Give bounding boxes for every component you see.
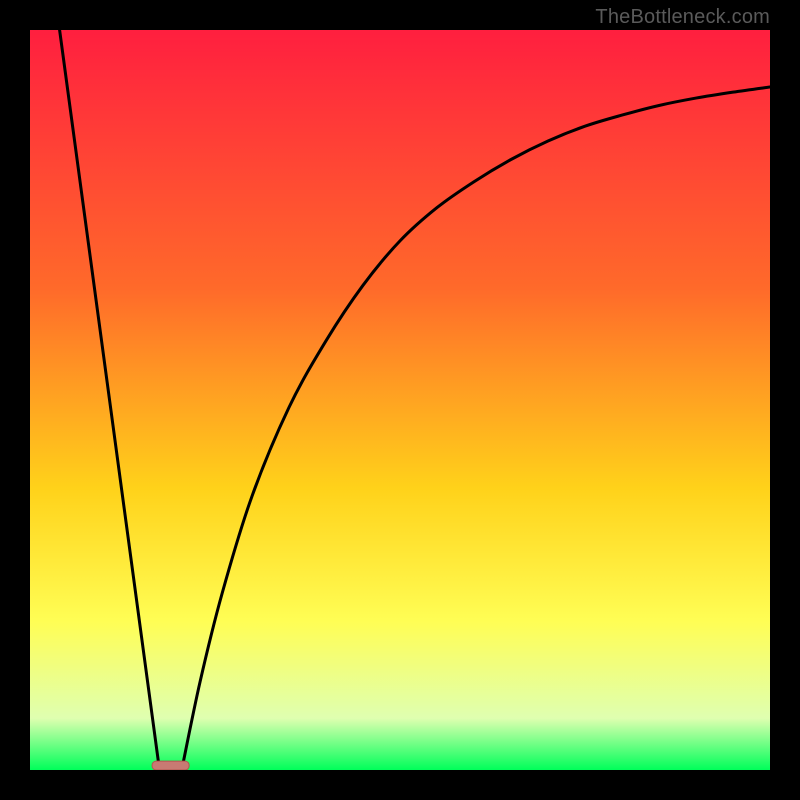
plot-frame	[30, 30, 770, 770]
valley-marker	[152, 761, 189, 770]
watermark-text: TheBottleneck.com	[595, 6, 770, 29]
chart-stage: TheBottleneck.com	[0, 0, 800, 800]
plot-svg	[30, 30, 770, 770]
gradient-background	[30, 30, 770, 770]
